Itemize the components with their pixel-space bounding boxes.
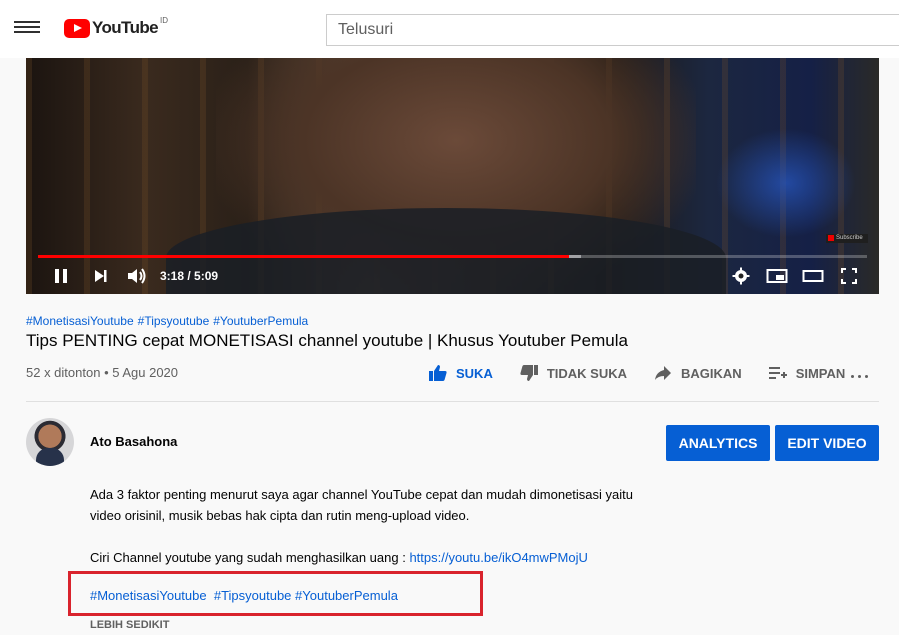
- hashtag-link[interactable]: #YoutuberPemula: [295, 588, 398, 603]
- logo-country-code: ID: [160, 15, 168, 25]
- miniplayer-icon[interactable]: [766, 267, 788, 285]
- logo-text: YouTube: [92, 18, 159, 37]
- player-controls: 3:18 / 5:09: [26, 263, 879, 289]
- description-url-link[interactable]: https://youtu.be/ikO4mwPMojU: [409, 550, 587, 565]
- time-total: 5:09: [194, 269, 219, 283]
- description-hashtags: #MonetisasiYoutube #Tipsyoutube #Youtube…: [90, 588, 398, 603]
- video-title: Tips PENTING cepat MONETISASI channel yo…: [26, 331, 628, 350]
- thumbs-down-icon: [520, 365, 538, 381]
- hashtag-link[interactable]: #YoutuberPemula: [213, 314, 308, 328]
- more-actions-icon[interactable]: [849, 368, 871, 384]
- youtube-play-logo-icon: [64, 18, 90, 38]
- view-count: 52 x ditonton: [26, 365, 101, 380]
- settings-gear-icon[interactable]: [732, 267, 750, 285]
- video-player[interactable]: Subscribe 3:18 / 5:09: [26, 58, 879, 294]
- theater-mode-icon[interactable]: [802, 267, 824, 285]
- description-text: Ciri Channel youtube yang sudah menghasi…: [90, 550, 410, 565]
- hashtag-link[interactable]: #MonetisasiYoutube: [90, 588, 207, 603]
- share-label: BAGIKAN: [681, 365, 742, 381]
- dislike-label: TIDAK SUKA: [546, 365, 628, 381]
- like-label: SUKA: [456, 365, 493, 381]
- time-display: 3:18 / 5:09: [160, 269, 218, 283]
- playlist-add-icon: [768, 367, 787, 379]
- description-line: Ada 3 faktor penting menurut saya agar c…: [90, 487, 633, 502]
- save-button[interactable]: SIMPAN: [768, 364, 846, 382]
- progress-bar[interactable]: [38, 255, 867, 258]
- divider: [26, 401, 879, 402]
- search-input[interactable]: Telusuri: [326, 14, 899, 46]
- top-bar: YouTube ID Telusuri: [0, 0, 899, 58]
- meta-separator: •: [100, 365, 113, 380]
- video-frame-light: [716, 128, 856, 238]
- analytics-button[interactable]: ANALYTICS: [666, 425, 770, 461]
- video-meta: 52 x ditonton • 5 Agu 2020: [26, 365, 178, 380]
- hashtag-link[interactable]: #MonetisasiYoutube: [26, 314, 134, 328]
- channel-name[interactable]: Ato Basahona: [90, 434, 177, 449]
- youtube-logo[interactable]: YouTube ID: [64, 15, 168, 38]
- share-button[interactable]: BAGIKAN: [653, 364, 742, 382]
- hashtag-link[interactable]: #Tipsyoutube: [214, 588, 292, 603]
- volume-icon[interactable]: [126, 267, 148, 285]
- description-line: video orisinil, musik bebas hak cipta da…: [90, 508, 470, 523]
- edit-video-button[interactable]: EDIT VIDEO: [775, 425, 879, 461]
- subscribe-watermark[interactable]: Subscribe: [826, 234, 868, 243]
- hashtag-link[interactable]: #Tipsyoutube: [138, 314, 210, 328]
- thumbs-up-icon: [429, 365, 447, 381]
- next-video-icon[interactable]: [92, 267, 110, 285]
- hamburger-menu-icon[interactable]: [14, 18, 40, 42]
- save-label: SIMPAN: [795, 365, 846, 381]
- progress-played: [38, 255, 569, 258]
- video-description: Ada 3 faktor penting menurut saya agar c…: [90, 484, 730, 568]
- share-arrow-icon: [655, 366, 672, 380]
- video-hashtags: #MonetisasiYoutube #Tipsyoutube #YoutuberP…: [26, 314, 312, 328]
- channel-avatar[interactable]: [26, 418, 74, 466]
- time-separator: /: [184, 269, 195, 283]
- like-button[interactable]: SUKA: [428, 364, 493, 382]
- description-line: Ciri Channel youtube yang sudah menghasi…: [90, 547, 730, 568]
- dislike-button[interactable]: TIDAK SUKA: [519, 364, 627, 382]
- fullscreen-icon[interactable]: [840, 267, 858, 285]
- upload-date: 5 Agu 2020: [112, 365, 179, 380]
- show-less-button[interactable]: LEBIH SEDIKIT: [90, 619, 169, 631]
- video-actions: SUKA TIDAK SUKA BAGIKAN SIMPAN: [428, 364, 871, 382]
- pause-icon[interactable]: [52, 267, 70, 285]
- time-current: 3:18: [160, 269, 185, 283]
